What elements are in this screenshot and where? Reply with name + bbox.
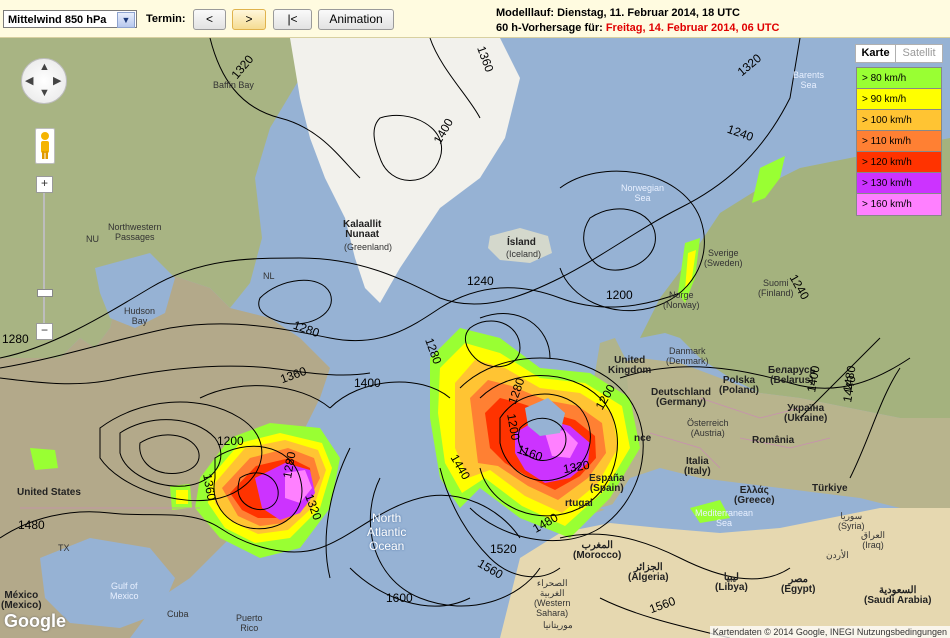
map-type-karte[interactable]: Karte	[855, 44, 896, 63]
zoom-in-button[interactable]: +	[36, 176, 53, 193]
label-iceland: (Iceland)	[506, 249, 542, 259]
label-tx: TX	[58, 543, 70, 553]
label-baffin-bay: Baffin Bay	[213, 80, 254, 90]
label-uk: United Kingdom	[608, 355, 652, 376]
label-norge: Norge (Norway)	[663, 290, 700, 310]
label-egypt: مصر (Egypt)	[781, 574, 816, 595]
pegman-icon	[41, 132, 49, 159]
animation-button[interactable]: Animation	[318, 9, 394, 30]
google-logo[interactable]: Google	[4, 611, 66, 632]
isoline-label: 1200	[217, 434, 244, 448]
label-france: nce	[634, 433, 652, 444]
label-portugal: rtugal	[565, 498, 593, 509]
label-gulf-mexico: Gulf of Mexico	[110, 581, 139, 601]
wind-legend: > 80 km/h > 90 km/h > 100 km/h > 110 km/h > …	[856, 67, 942, 216]
label-norwegian-sea: Norwegian Sea	[621, 183, 665, 203]
level-select-value: Mittelwind 850 hPa	[8, 14, 107, 26]
label-iraq: العراق (Iraq)	[861, 530, 886, 550]
label-osterreich: Österreich (Austria)	[687, 418, 729, 438]
label-mauritania: موريتانيا	[543, 620, 573, 630]
isoline-label: 1400	[354, 376, 381, 390]
legend-item: > 120 km/h	[857, 152, 941, 173]
forecast-date: Freitag, 14. Februar 2014, 06 UTC	[605, 22, 780, 34]
legend-item: > 110 km/h	[857, 131, 941, 152]
label-libya: ليبيا (Libya)	[715, 572, 748, 593]
pan-left-icon[interactable]: ◀	[25, 74, 33, 87]
legend-item: > 100 km/h	[857, 110, 941, 131]
label-united-states: United States	[17, 487, 81, 498]
isoline-label: 1280	[2, 332, 29, 346]
label-hudson-bay: Hudson Bay	[124, 306, 156, 326]
label-puerto-rico: Puerto Rico	[236, 613, 263, 633]
map-view[interactable]: Baffin Bay Northwestern Passages NU Huds…	[0, 38, 950, 638]
pan-control[interactable]: ▲ ▼ ◀ ▶	[21, 58, 67, 104]
label-espana: España (Spain)	[589, 473, 625, 494]
isoline-label: 1240	[467, 274, 494, 288]
map-canvas	[0, 38, 950, 638]
label-romania: România	[752, 435, 795, 446]
model-run-text: Modelllauf: Dienstag, 11. Februar 2014, …	[496, 7, 740, 19]
label-turkiye: Türkiye	[812, 483, 848, 494]
label-deutschland: Deutschland (Germany)	[651, 387, 712, 408]
label-saudi: السعودية (Saudi Arabia)	[864, 585, 932, 606]
isoline-label: 1480	[18, 518, 45, 532]
label-kalaallit: Kalaallit Nunaat	[343, 219, 382, 240]
forecast-text: 60 h-Vorhersage für: Freitag, 14. Februa…	[496, 21, 779, 36]
run-info: Modelllauf: Dienstag, 11. Februar 2014, …	[496, 6, 779, 36]
label-island: Ísland	[507, 237, 536, 248]
label-danmark: Danmark (Denmark)	[666, 346, 709, 366]
first-button[interactable]: |<	[273, 9, 312, 30]
label-algeria: الجزائر (Algeria)	[628, 562, 669, 583]
label-greenland: (Greenland)	[344, 242, 393, 252]
map-copyright[interactable]: Kartendaten © 2014 Google, INEGI Nutzung…	[709, 626, 950, 638]
label-cuba: Cuba	[167, 609, 189, 619]
legend-item: > 130 km/h	[857, 173, 941, 194]
chevron-down-icon[interactable]: ▼	[117, 12, 135, 28]
label-syria: سوريا (Syria)	[838, 511, 865, 531]
map-type-satellit[interactable]: Satellit	[895, 44, 943, 63]
toolbar: Mittelwind 850 hPa ▼ Termin: < > |< Anim…	[0, 0, 950, 38]
label-italia: Italia (Italy)	[684, 456, 711, 477]
prev-button[interactable]: <	[193, 9, 226, 30]
pan-right-icon[interactable]: ▶	[53, 74, 61, 87]
next-button[interactable]: >	[232, 9, 266, 30]
label-north-atlantic: North Atlantic Ocean	[367, 511, 407, 553]
zoom-out-button[interactable]: −	[36, 323, 53, 340]
label-nw-passages: Northwestern Passages	[108, 222, 162, 242]
label-mexico: México (Mexico)	[1, 590, 42, 611]
label-polska: Polska (Poland)	[719, 375, 759, 396]
label-sverige: Sverige (Sweden)	[704, 248, 743, 268]
zoom-slider-track[interactable]	[43, 193, 45, 328]
label-jordan: الأردن	[826, 550, 849, 560]
legend-item: > 80 km/h	[857, 68, 941, 89]
legend-item: > 160 km/h	[857, 194, 941, 215]
label-nl: NL	[263, 271, 275, 281]
termin-label: Termin:	[146, 13, 186, 25]
isoline-label: 1600	[386, 591, 413, 605]
level-select[interactable]: Mittelwind 850 hPa ▼	[3, 10, 137, 28]
label-nu: NU	[86, 234, 99, 244]
pan-up-icon[interactable]: ▲	[39, 61, 50, 73]
label-western-sahara: الصحراء الغربية (Western Sahara)	[534, 578, 571, 618]
pan-down-icon[interactable]: ▼	[39, 87, 50, 99]
legend-item: > 90 km/h	[857, 89, 941, 110]
label-ellas: Ελλάς (Greece)	[734, 485, 775, 506]
label-med-sea: Mediterranean Sea	[695, 508, 754, 528]
forecast-prefix: 60 h-Vorhersage für:	[496, 22, 606, 34]
street-view-pegman[interactable]	[35, 128, 55, 164]
label-morocco: المغرب (Morocco)	[573, 540, 622, 561]
zoom-slider-thumb[interactable]	[37, 289, 53, 297]
isoline-label: 1520	[490, 542, 517, 556]
isoline-label: 1200	[606, 288, 633, 302]
label-barents-sea: Barents Sea	[793, 70, 825, 90]
label-ukraine: Україна (Ukraine)	[784, 403, 828, 424]
